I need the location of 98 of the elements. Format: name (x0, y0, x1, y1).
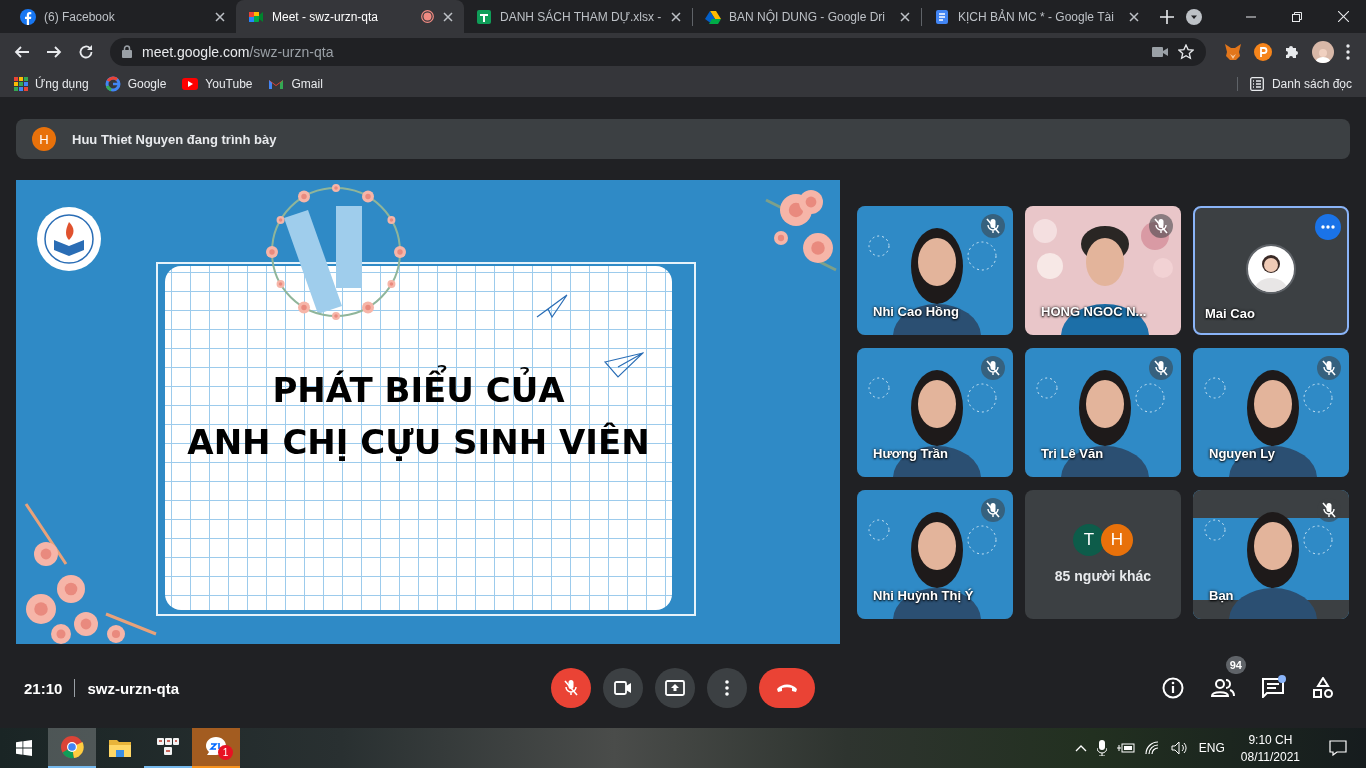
dropdown-icon[interactable] (1186, 8, 1202, 25)
taskbar-app[interactable]: 1 (192, 728, 240, 768)
participant-name: Nguyen Ly (1209, 445, 1275, 461)
bookmark[interactable]: YouTube (182, 75, 253, 92)
meeting-code: swz-urzn-qta (87, 679, 180, 697)
apps-icon (14, 76, 28, 91)
close-icon[interactable] (670, 10, 682, 23)
new-tab-icon[interactable] (1160, 9, 1174, 24)
fox-icon[interactable] (1224, 42, 1242, 61)
more-options-button[interactable] (707, 668, 747, 708)
facebook-icon (20, 8, 36, 25)
triangle-icon (705, 8, 721, 25)
tab-title: DANH SÁCH THAM DỰ.xlsx - (500, 9, 662, 24)
shapes-icon (1312, 677, 1334, 699)
bookmark[interactable]: Gmail (268, 75, 323, 92)
info-icon (1162, 677, 1184, 699)
browser-tab[interactable]: BAN NỘI DUNG - Google Dri (693, 0, 921, 33)
browser-tab[interactable]: DANH SÁCH THAM DỰ.xlsx - (464, 0, 692, 33)
document-icon (934, 8, 950, 25)
close-icon[interactable] (442, 10, 454, 23)
others-count: 85 người khác (1054, 568, 1152, 584)
avatar: H (1101, 524, 1133, 556)
chrome-icon (60, 735, 84, 759)
present-button[interactable] (655, 668, 695, 708)
chat-button[interactable] (1260, 675, 1286, 701)
participant-name: Nhi Cao Hồng (873, 303, 959, 319)
reload-icon (78, 43, 94, 60)
slide-title-line: ANH CHỊ CỰU SINH VIÊN (187, 421, 650, 464)
close-icon (1337, 11, 1349, 22)
clock-date[interactable]: 08/11/2021 (1240, 749, 1300, 764)
volume-icon[interactable] (1170, 741, 1189, 755)
participant-name: Hương Trần (873, 445, 948, 461)
logo-icon (36, 206, 102, 272)
paper-plane-icon (604, 352, 644, 378)
participant-name: Nhi Huỳnh Thị Ý (873, 587, 974, 603)
info-button[interactable] (1160, 675, 1186, 701)
tab-title: KỊCH BẢN MC * - Google Tài (958, 9, 1115, 24)
play-icon (182, 75, 199, 92)
microphone-button[interactable] (551, 668, 591, 708)
video-camera-icon (614, 681, 632, 695)
more-icon (725, 680, 729, 696)
activities-button[interactable] (1310, 675, 1336, 701)
battery-icon[interactable] (1116, 742, 1135, 754)
avatar: H (32, 127, 56, 151)
more-icon[interactable] (1346, 43, 1350, 60)
more-options-button[interactable] (1315, 213, 1341, 240)
camera-button[interactable] (603, 668, 643, 708)
avatar: T (1073, 524, 1105, 556)
close-icon[interactable] (214, 10, 226, 23)
chevron-up-icon[interactable] (1074, 744, 1087, 752)
lock-icon (122, 45, 132, 58)
participant-name: Bạn (1209, 587, 1234, 603)
muted-mic-icon (562, 679, 580, 697)
people-icon (1211, 679, 1235, 697)
phone-icon (776, 683, 798, 693)
list-icon (1249, 76, 1264, 91)
participant-name: Tri Lê Văn (1041, 445, 1104, 461)
camera-icon[interactable] (1152, 45, 1168, 58)
back-arrow-icon (14, 43, 30, 60)
chat-icon (1262, 678, 1284, 698)
forward-arrow-icon (46, 43, 62, 60)
more-icon (1321, 224, 1335, 229)
wifi-icon[interactable] (1144, 741, 1161, 755)
url-text: meet.google.com/swz-urzn-qta (142, 43, 335, 60)
notification-badge: 1 (218, 745, 233, 760)
browser-tab[interactable]: KỊCH BẢN MC * - Google Tài (922, 0, 1150, 33)
mic-icon[interactable] (1096, 740, 1107, 756)
slide-title-line: PHÁT BIỂU CỦA (272, 364, 565, 416)
tab-title: (6) Facebook (44, 9, 116, 24)
bookmark[interactable]: Google (104, 75, 167, 92)
browser-tab[interactable]: Meet - swz-urzn-qta (236, 0, 464, 33)
participant-count-badge: 94 (1225, 656, 1246, 674)
star-icon[interactable] (1178, 43, 1194, 60)
tab-title: BAN NỘI DUNG - Google Dri (729, 9, 887, 24)
bookmark[interactable]: Ứng dụng (14, 76, 89, 91)
participant-name: Mai Cao (1205, 305, 1255, 321)
meeting-time: 21:10 (24, 679, 63, 697)
google-icon (104, 75, 121, 92)
language-indicator[interactable]: ENG (1198, 741, 1225, 755)
tab-title: Meet - swz-urzn-qta (272, 9, 380, 24)
browser-tab[interactable]: (6) Facebook (8, 0, 236, 33)
profile-avatar[interactable] (1312, 40, 1334, 63)
presenter-text: Huu Thiet Nguyen đang trình bày (72, 131, 277, 147)
close-icon[interactable] (1128, 10, 1140, 23)
screen-share-icon (665, 680, 685, 696)
p-coin-icon[interactable] (1254, 42, 1272, 61)
person-icon (1315, 46, 1331, 63)
notification-icon[interactable] (1329, 740, 1347, 756)
close-icon[interactable] (899, 10, 911, 23)
address-bar[interactable]: meet.google.com/swz-urzn-qta (110, 37, 1206, 66)
leave-call-button[interactable] (759, 668, 815, 708)
paper-plane-icon (536, 294, 568, 318)
extensions-icon[interactable] (1284, 43, 1300, 60)
clock-time[interactable]: 9:10 CH (1248, 732, 1293, 747)
windows-logo-icon (16, 740, 32, 756)
spreadsheet-icon (476, 8, 492, 25)
reading-list-button[interactable]: Danh sách đọc (1236, 76, 1352, 91)
restore-icon (1292, 11, 1302, 22)
